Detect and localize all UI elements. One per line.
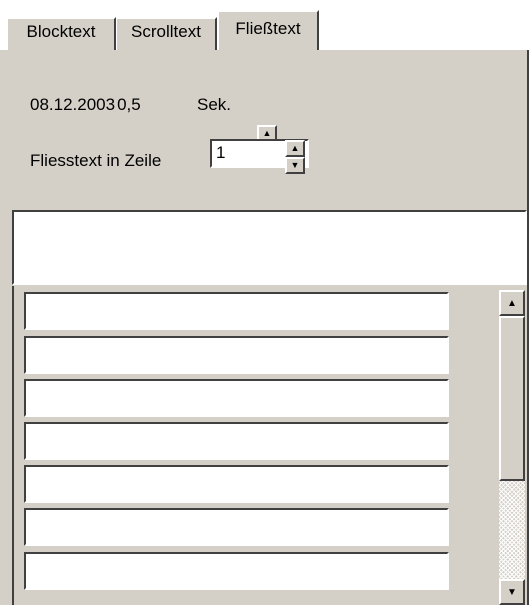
tab-panel-fliesstext: 08.12.2003 0,5 Sek. ▲ ▼ Fliesstext in Ze…: [0, 50, 529, 605]
scroll-track[interactable]: [499, 481, 525, 579]
seconds-unit-label: Sek.: [197, 95, 232, 114]
interval-row: 08.12.2003 0,5 Sek.: [30, 90, 231, 120]
scroll-thumb[interactable]: [499, 316, 525, 481]
arrow-down-icon: ▼: [507, 586, 517, 598]
text-line-field-1[interactable]: [24, 292, 449, 330]
scroll-down-button[interactable]: ▼: [499, 579, 525, 605]
text-line-field-3[interactable]: [24, 379, 449, 417]
line-label: Fliesstext in Zeile: [30, 151, 162, 170]
tab-blocktext[interactable]: Blocktext: [6, 17, 116, 50]
line-down-button[interactable]: ▼: [285, 157, 305, 174]
tab-strip: Blocktext Scrolltext Fließtext: [0, 0, 529, 50]
line-up-button[interactable]: ▲: [285, 140, 305, 157]
arrow-up-icon: ▲: [507, 297, 517, 309]
preview-text-field[interactable]: [12, 210, 527, 285]
text-line-field-7[interactable]: [24, 552, 449, 590]
arrow-up-icon: ▲: [262, 128, 272, 138]
line-number-value[interactable]: 1: [216, 143, 225, 163]
scroll-up-button[interactable]: ▲: [499, 290, 525, 316]
line-number-stepper[interactable]: ▲ ▼: [285, 140, 305, 174]
date-label: 08.12.2003: [30, 95, 116, 114]
text-line-field-2[interactable]: [24, 336, 449, 374]
arrow-up-icon: ▲: [290, 143, 300, 153]
text-line-list: [12, 286, 497, 605]
seconds-value: 0,5: [117, 95, 141, 114]
list-scrollbar[interactable]: ▲ ▼: [497, 286, 527, 605]
text-line-field-4[interactable]: [24, 422, 449, 460]
arrow-down-icon: ▼: [290, 160, 300, 170]
text-line-field-6[interactable]: [24, 508, 449, 546]
tab-fliesstext[interactable]: Fließtext: [217, 10, 319, 50]
tab-scrolltext[interactable]: Scrolltext: [116, 17, 217, 50]
text-line-field-5[interactable]: [24, 465, 449, 503]
